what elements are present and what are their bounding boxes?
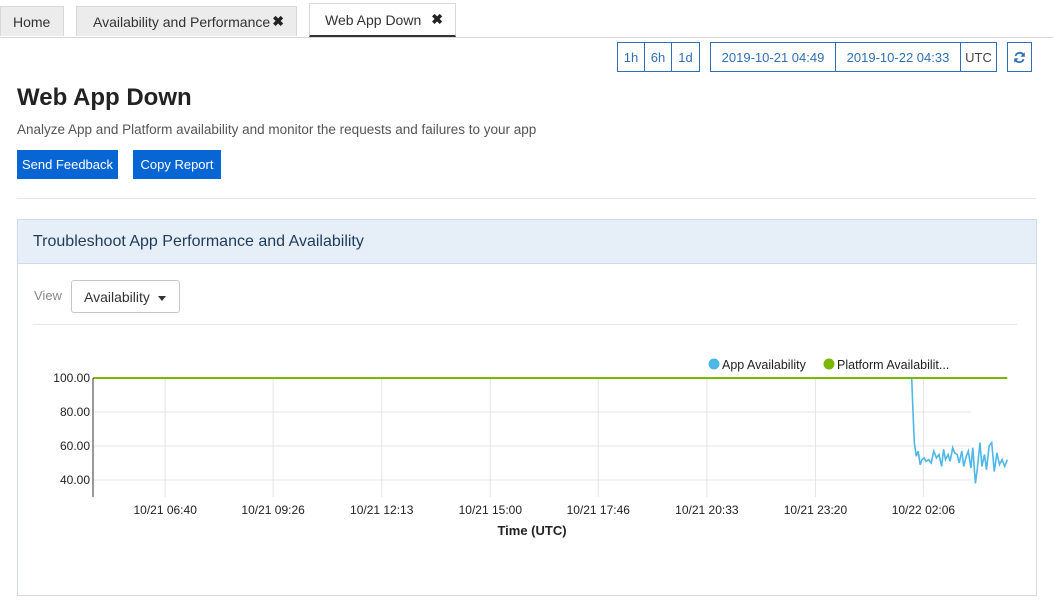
view-dropdown-value: Availability [84, 288, 150, 305]
tab-label: Availability and Performance [93, 13, 271, 30]
view-dropdown[interactable]: Availability [71, 280, 180, 313]
close-icon[interactable]: ✖ [431, 11, 443, 28]
divider [17, 198, 1036, 199]
panel-title: Troubleshoot App Performance and Availab… [33, 233, 364, 250]
tab-label: Home [13, 13, 51, 30]
troubleshoot-panel: Troubleshoot App Performance and Availab… [17, 219, 1037, 596]
range-label: 1h [623, 49, 639, 65]
start-time-value: 2019-10-21 04:49 [721, 49, 825, 65]
close-icon[interactable]: ✖ [272, 13, 284, 30]
view-label: View [34, 288, 62, 303]
timezone-label[interactable]: UTC [961, 42, 997, 72]
range-1h-button[interactable]: 1h [617, 42, 645, 72]
send-feedback-button[interactable]: Send Feedback [17, 150, 118, 179]
tab-availability-and-performance[interactable]: Availability and Performance ✖ [76, 6, 297, 36]
tab-label: Web App Down [325, 11, 422, 28]
page-title: Web App Down [17, 84, 192, 111]
refresh-button[interactable] [1007, 42, 1032, 72]
timezone-value: UTC [965, 49, 992, 65]
range-1d-button[interactable]: 1d [672, 42, 700, 72]
range-label: 1d [678, 49, 693, 65]
end-time-value: 2019-10-22 04:33 [846, 49, 950, 65]
tab-bar: Home Availability and Performance ✖ Web … [0, 0, 1053, 38]
end-time-input[interactable]: 2019-10-22 04:33 [836, 42, 961, 72]
tab-web-app-down[interactable]: Web App Down ✖ [309, 3, 456, 37]
range-6h-button[interactable]: 6h [645, 42, 672, 72]
refresh-icon [1014, 51, 1025, 63]
range-label: 6h [650, 49, 666, 65]
caret-down-icon [158, 296, 166, 301]
divider [33, 324, 1017, 325]
copy-report-button[interactable]: Copy Report [133, 150, 221, 179]
tab-home[interactable]: Home [0, 6, 64, 36]
page-description: Analyze App and Platform availability an… [17, 122, 537, 137]
start-time-input[interactable]: 2019-10-21 04:49 [710, 42, 836, 72]
panel-header: Troubleshoot App Performance and Availab… [18, 220, 1036, 264]
